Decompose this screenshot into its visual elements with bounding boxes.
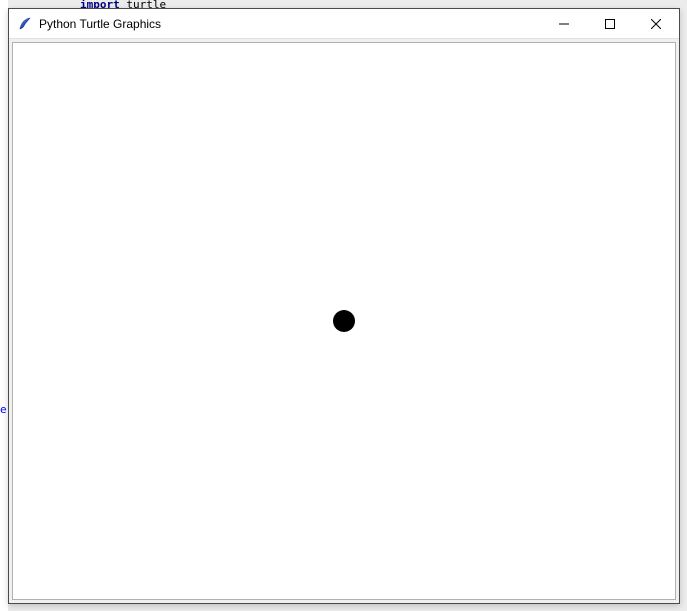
editor-background-strip xyxy=(0,0,8,611)
editor-char-fragment: e xyxy=(0,403,7,416)
minimize-icon xyxy=(559,19,569,29)
minimize-button[interactable] xyxy=(541,9,587,38)
window-title: Python Turtle Graphics xyxy=(39,9,541,39)
close-icon xyxy=(651,19,661,29)
window-controls xyxy=(541,9,679,38)
maximize-button[interactable] xyxy=(587,9,633,38)
feather-icon xyxy=(17,16,33,32)
close-button[interactable] xyxy=(633,9,679,38)
titlebar[interactable]: Python Turtle Graphics xyxy=(9,9,679,39)
client-area xyxy=(9,39,679,603)
maximize-icon xyxy=(605,19,615,29)
turtle-cursor xyxy=(333,310,355,332)
turtle-window: Python Turtle Graphics xyxy=(8,8,680,604)
turtle-canvas[interactable] xyxy=(12,42,676,600)
